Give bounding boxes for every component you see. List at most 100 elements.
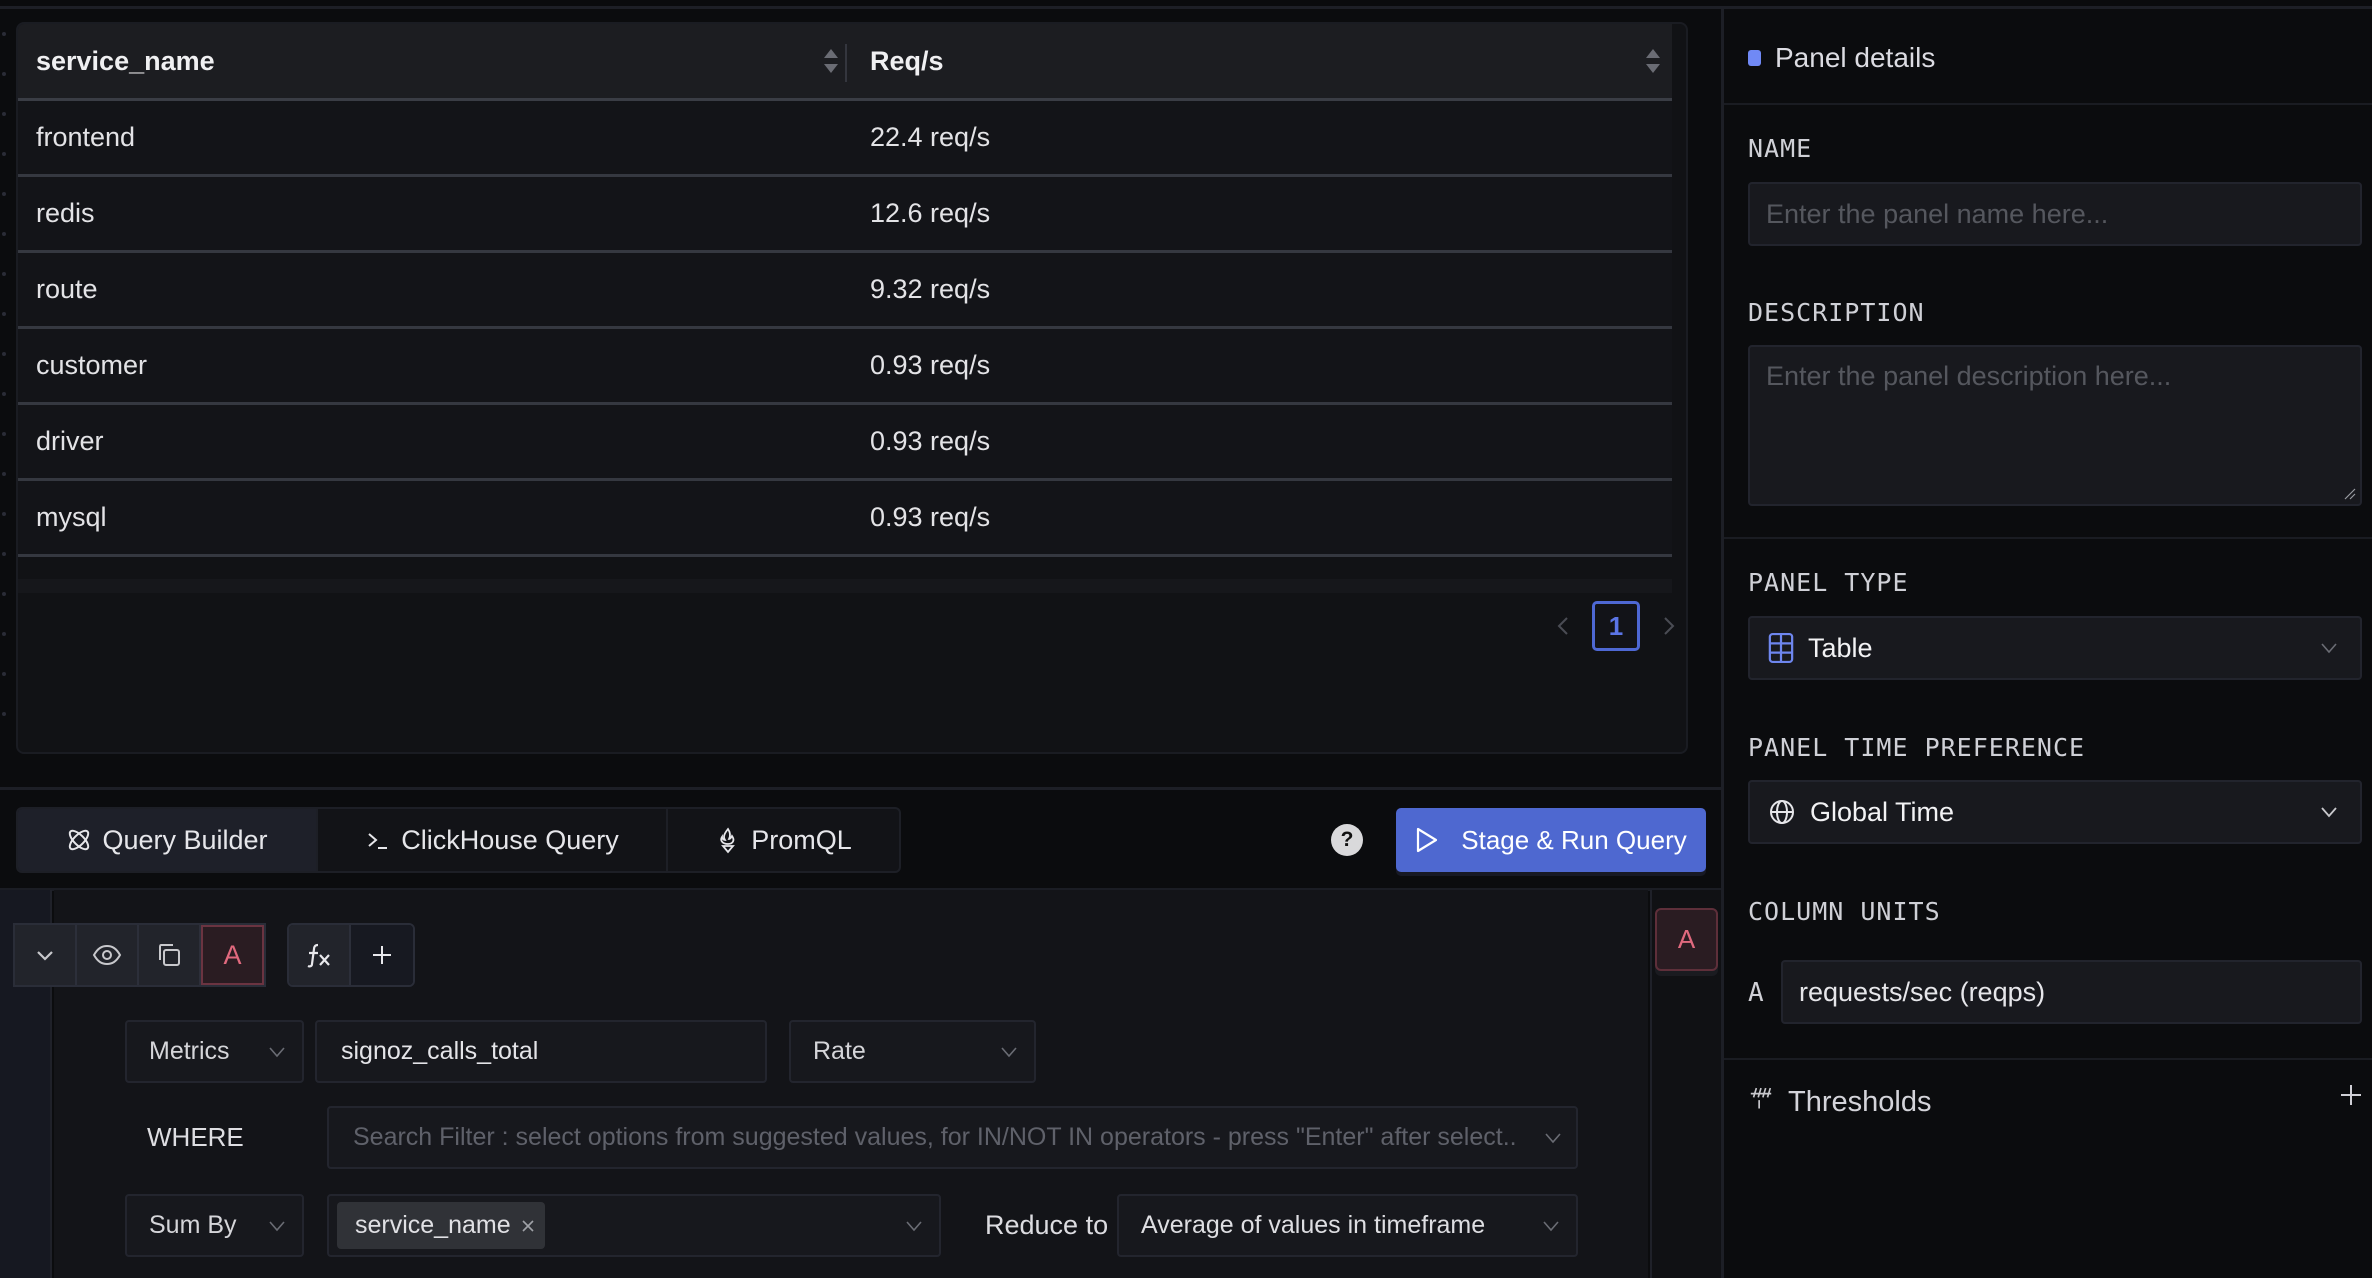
toggle-visibility-button[interactable] [77, 925, 139, 985]
resize-handle-dots[interactable] [0, 20, 8, 760]
chevron-down-icon [2321, 807, 2337, 818]
tab-label: Query Builder [102, 824, 268, 855]
page-button-1[interactable]: 1 [1592, 601, 1640, 651]
chevron-down-icon [37, 951, 53, 961]
thresholds-section: Thresholds [1748, 1082, 2362, 1122]
copy-icon [159, 944, 180, 966]
play-icon [1417, 827, 1438, 853]
panel-time-preference-label: PANEL TIME PREFERENCE [1748, 733, 2086, 762]
reduce-to-select[interactable]: Average of values in timeframe [1117, 1194, 1578, 1257]
globe-icon [1770, 800, 1794, 824]
column-header-service-name[interactable]: service_name [18, 24, 847, 98]
prev-page-button[interactable] [1548, 611, 1578, 641]
cell-service-name: redis [36, 198, 95, 228]
cell-value: 0.93 req/s [870, 502, 991, 532]
divider [1724, 537, 2372, 539]
collapse-query-button[interactable] [15, 925, 77, 985]
stage-and-run-query-button[interactable]: Stage & Run Query [1396, 808, 1706, 872]
query-a-tab[interactable]: A [1655, 908, 1718, 971]
panel-type-select[interactable]: Table [1748, 616, 2362, 680]
tab-query-builder[interactable]: Query Builder [18, 809, 318, 871]
chevron-down-icon [1543, 1220, 1559, 1231]
cell-service-name: customer [36, 350, 148, 380]
divider [1724, 1058, 2372, 1060]
resize-grip-icon[interactable] [2344, 488, 2356, 500]
cell-service-name: mysql [36, 502, 107, 532]
panel-name-input[interactable]: Enter the panel name here... [1748, 182, 2362, 246]
add-query-button[interactable] [351, 925, 413, 985]
column-unit-value: requests/sec (reqps) [1799, 976, 2046, 1007]
tab-clickhouse-query[interactable]: ClickHouse Query [318, 809, 668, 871]
aggregate-operator-select[interactable]: Rate [789, 1020, 1036, 1083]
column-header-label: service_name [36, 45, 215, 76]
group-by-tag: service_name [337, 1202, 545, 1249]
group-by-select[interactable]: service_name [327, 1194, 941, 1257]
group-operator-select[interactable]: Sum By [125, 1194, 304, 1257]
thresholds-label: Thresholds [1788, 1085, 1932, 1118]
reduce-to-value: Average of values in timeframe [1141, 1211, 1486, 1239]
top-strip [0, 0, 2372, 9]
panel-time-preference-select[interactable]: Global Time [1748, 780, 2362, 844]
cell-value: 0.93 req/s [870, 350, 991, 380]
eye-icon [92, 944, 122, 966]
chevron-down-icon [1545, 1132, 1561, 1143]
chevron-left-icon [1557, 617, 1568, 635]
cell-value: 0.93 req/s [870, 426, 991, 456]
table-icon [1768, 632, 1794, 664]
table-row: route 9.32 req/s [18, 253, 1672, 329]
panel-details-header: Panel details [1724, 12, 2372, 105]
query-toolbar: A [13, 923, 266, 987]
table-panel: service_name Req/s frontend 22.4 req/s r… [16, 22, 1688, 754]
column-header-req-s[interactable]: Req/s [846, 24, 1672, 98]
table-row: redis 12.6 req/s [18, 177, 1672, 253]
help-icon[interactable]: ? [1331, 824, 1363, 856]
cell-service-name: frontend [36, 122, 136, 152]
metric-name-input[interactable]: signoz_calls_total [315, 1020, 767, 1083]
panel-description-textarea[interactable]: Enter the panel description here... [1748, 345, 2362, 506]
cell-service-name: route [36, 274, 98, 304]
pagination: 1 [1548, 601, 1684, 651]
add-threshold-icon[interactable] [2340, 1084, 2362, 1106]
divider [0, 787, 1723, 790]
cell-value: 12.6 req/s [870, 198, 991, 228]
panel-name-placeholder: Enter the panel name here... [1766, 198, 2109, 229]
chevron-down-icon [269, 1220, 285, 1231]
tab-promql[interactable]: PromQL [668, 809, 899, 871]
query-name-badge[interactable]: A [201, 925, 264, 985]
column-unit-query-letter: A [1748, 978, 1764, 1008]
metric-name-value: signoz_calls_total [341, 1037, 539, 1065]
query-type-tabs: Query Builder ClickHouse Query PromQL [16, 807, 901, 873]
plus-icon [373, 946, 391, 964]
formula-toolbar [287, 923, 415, 987]
fire-icon [720, 827, 736, 854]
table-row: customer 0.93 req/s [18, 329, 1672, 405]
panel-description-placeholder: Enter the panel description here... [1766, 361, 2172, 391]
atom-icon [69, 829, 90, 851]
column-unit-select[interactable]: requests/sec (reqps) [1781, 960, 2362, 1024]
where-placeholder: Search Filter : select options from sugg… [353, 1123, 1517, 1151]
chevron-down-icon [906, 1220, 922, 1231]
group-operator-value: Sum By [149, 1211, 237, 1239]
clone-query-button[interactable] [139, 925, 201, 985]
run-button-label: Stage & Run Query [1461, 824, 1687, 855]
sort-icon[interactable] [824, 48, 838, 74]
table-header: service_name Req/s [18, 24, 1672, 101]
add-formula-button[interactable] [289, 925, 351, 985]
chevron-down-icon [269, 1046, 285, 1057]
next-page-button[interactable] [1654, 611, 1684, 641]
close-icon[interactable] [521, 1219, 535, 1233]
sort-icon[interactable] [1646, 48, 1660, 74]
name-label: NAME [1748, 134, 1813, 163]
panel-details-marker-icon [1748, 49, 1761, 66]
data-table: service_name Req/s frontend 22.4 req/s r… [18, 24, 1672, 557]
panel-type-label: PANEL TYPE [1748, 568, 1909, 597]
data-source-select[interactable]: Metrics [125, 1020, 304, 1083]
reduce-to-label: Reduce to [985, 1210, 1109, 1240]
panel-time-preference-value: Global Time [1810, 796, 1955, 827]
column-header-label: Req/s [870, 45, 944, 76]
where-label: WHERE [147, 1122, 244, 1152]
where-filter-input[interactable]: Search Filter : select options from sugg… [327, 1106, 1578, 1169]
cell-value: 22.4 req/s [870, 122, 991, 152]
table-row: frontend 22.4 req/s [18, 101, 1672, 177]
tab-label: ClickHouse Query [401, 824, 619, 855]
